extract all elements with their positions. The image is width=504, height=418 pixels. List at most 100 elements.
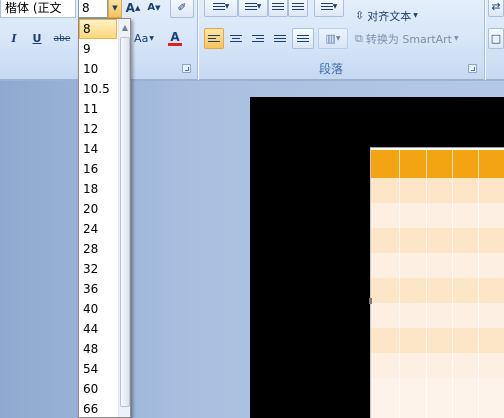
change-case-button[interactable]: Aa ▼	[132, 28, 156, 49]
align-center-button[interactable]	[226, 28, 246, 49]
font-size-option-48[interactable]: 48	[79, 339, 117, 359]
grow-font-button[interactable]: A ▲	[124, 0, 142, 18]
grow-font-label: A	[125, 0, 135, 15]
change-case-label: Aa	[134, 32, 149, 45]
font-size-option-9[interactable]: 9	[79, 39, 117, 59]
chevron-down-icon: ▼	[335, 35, 341, 42]
numbering-button[interactable]: ▼	[238, 0, 268, 17]
font-color-swatch	[168, 43, 182, 46]
font-size-option-28[interactable]: 28	[79, 239, 117, 259]
italic-label: I	[11, 32, 17, 45]
decrease-indent-button[interactable]	[268, 0, 288, 17]
font-size-option-14[interactable]: 14	[79, 139, 117, 159]
font-size-input[interactable]: 8	[78, 0, 108, 18]
resize-handle[interactable]	[369, 298, 372, 304]
increase-indent-icon	[292, 1, 304, 12]
scrollbar[interactable]: ▲	[118, 19, 130, 417]
justify-icon	[274, 33, 286, 44]
smartart-icon: ⧉	[355, 31, 363, 45]
font-size-option-24[interactable]: 24	[79, 219, 117, 239]
font-size-option-8[interactable]: 8	[79, 19, 117, 39]
ribbon: 楷体 (正文 8 ▼ A▲ A▼ ✐ I U abe Aa▼ A 字体 ▼ ▼ …	[0, 0, 504, 80]
font-dialog-launcher-icon[interactable]	[182, 64, 191, 73]
table-row	[371, 178, 504, 203]
chevron-down-icon: ▼	[224, 3, 230, 10]
italic-button[interactable]: I	[6, 28, 22, 49]
line-spacing-icon	[320, 1, 333, 12]
align-center-icon	[230, 33, 242, 44]
bullet-list-icon	[212, 1, 225, 12]
chevron-down-icon: ▼	[149, 35, 154, 42]
table-row	[371, 228, 504, 253]
scroll-up-arrow-icon[interactable]: ▲	[119, 21, 130, 35]
font-size-option-66[interactable]: 66	[79, 399, 117, 417]
bullets-button[interactable]: ▼	[204, 0, 238, 17]
convert-smartart-button[interactable]: ⧉ 转换为 SmartArt ▼	[352, 28, 482, 49]
increase-indent-button[interactable]	[288, 0, 308, 17]
table-row	[371, 203, 504, 228]
font-size-option-11[interactable]: 11	[79, 99, 117, 119]
chevron-down-icon: ▼	[413, 12, 418, 19]
chevron-down-icon: ▼	[332, 3, 338, 10]
clear-formatting-button[interactable]: ✐	[170, 0, 194, 18]
font-size-option-54[interactable]: 54	[79, 359, 117, 379]
font-size-dropdown-button[interactable]: ▼	[108, 0, 122, 18]
table-row	[371, 303, 504, 328]
font-name-box[interactable]: 楷体 (正文	[0, 0, 76, 18]
align-right-button[interactable]	[248, 28, 268, 49]
paragraph-dialog-launcher-icon[interactable]	[468, 64, 477, 73]
underline-button[interactable]: U	[28, 28, 46, 49]
chevron-down-icon: ▼	[256, 3, 262, 10]
font-size-option-60[interactable]: 60	[79, 379, 117, 399]
strikethrough-label: abe	[53, 33, 71, 44]
font-color-label: A	[170, 30, 180, 44]
paragraph-group-label: 段落	[318, 62, 343, 76]
font-size-option-10-5[interactable]: 10.5	[79, 79, 117, 99]
align-left-icon	[208, 33, 220, 44]
shape-icon: □	[490, 32, 502, 45]
font-size-dropdown-list: 8 9 10 10.5 11 12 14 16 18 20 24 28 32 36 40 44 48 54 60 66…	[78, 18, 131, 418]
table-row	[371, 278, 504, 303]
group-separator	[484, 0, 485, 80]
align-right-icon	[252, 33, 264, 44]
shrink-font-button[interactable]: A ▼	[145, 0, 163, 18]
columns-icon: ▥	[325, 32, 336, 45]
group-separator	[197, 0, 198, 80]
column-divider	[399, 150, 400, 418]
align-text-button[interactable]: ⇳ 对齐文本 ▼	[352, 5, 432, 26]
slide-table[interactable]	[369, 147, 504, 418]
font-size-option-12[interactable]: 12	[79, 119, 117, 139]
font-size-option-40[interactable]: 40	[79, 299, 117, 319]
align-text-icon: ⇳	[355, 9, 365, 22]
text-direction-button[interactable]: ⇄	[488, 0, 504, 17]
line-spacing-button[interactable]: ▼	[314, 0, 344, 17]
font-size-option-20[interactable]: 20	[79, 199, 117, 219]
chevron-down-icon: ▼	[454, 35, 459, 42]
shapes-button[interactable]: □	[488, 28, 504, 49]
align-text-label: 对齐文本	[367, 9, 412, 23]
font-size-option-36[interactable]: 36	[79, 279, 117, 299]
numbered-list-icon	[244, 1, 257, 12]
table-header-row	[371, 150, 504, 178]
shrink-font-label: A	[147, 2, 156, 13]
distributed-button[interactable]	[292, 28, 314, 49]
scrollbar-thumb[interactable]	[120, 37, 130, 407]
column-divider	[478, 150, 479, 418]
font-size-option-16[interactable]: 16	[79, 159, 117, 179]
font-size-option-10[interactable]: 10	[79, 59, 117, 79]
table-row	[371, 353, 504, 378]
font-color-button[interactable]: A	[160, 28, 190, 49]
align-left-button[interactable]	[204, 28, 224, 49]
eraser-icon: ✐	[177, 1, 187, 14]
columns-button[interactable]: ▥ ▼	[318, 28, 348, 49]
justify-button[interactable]	[270, 28, 290, 49]
font-size-option-18[interactable]: 18	[79, 179, 117, 199]
strikethrough-button[interactable]: abe	[51, 28, 73, 49]
column-divider	[426, 150, 427, 418]
column-divider	[452, 150, 453, 418]
convert-smartart-label: 转换为 SmartArt	[365, 32, 452, 46]
distributed-icon	[297, 33, 309, 44]
font-size-option-44[interactable]: 44	[79, 319, 117, 339]
table-row	[371, 378, 504, 418]
font-size-option-32[interactable]: 32	[79, 259, 117, 279]
